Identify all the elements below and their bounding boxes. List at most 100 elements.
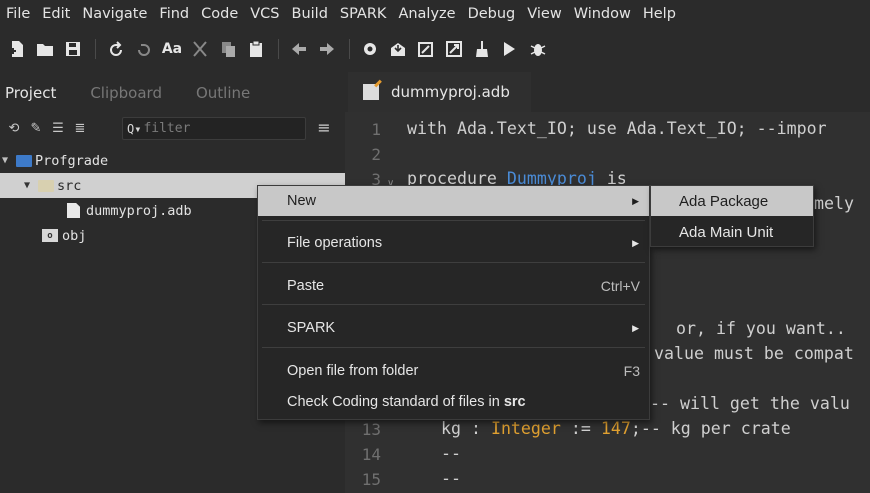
tree-label-project: Profgrade xyxy=(35,152,109,169)
code-text: := xyxy=(560,419,601,438)
menu-debug[interactable]: Debug xyxy=(462,0,522,28)
code-fragment: -- will get the valu xyxy=(650,394,850,413)
line-number: 2 xyxy=(371,145,381,164)
font-icon[interactable]: Aa xyxy=(159,36,185,62)
menu-spark[interactable]: SPARK xyxy=(334,0,393,28)
number-literal: 147 xyxy=(600,419,631,438)
line-number: 13 xyxy=(361,420,381,439)
menu-item-paste[interactable]: Paste Ctrl+V xyxy=(258,271,649,301)
submenu-new: Ada Package Ada Main Unit xyxy=(650,185,814,247)
modified-file-icon xyxy=(363,84,379,100)
menu-find[interactable]: Find xyxy=(153,0,195,28)
line-number: 1 xyxy=(371,120,381,139)
type-name: Integer xyxy=(490,419,561,438)
undo-icon[interactable] xyxy=(103,36,129,62)
toolbar: Aa xyxy=(0,34,870,64)
menu-view[interactable]: View xyxy=(521,0,567,28)
panel-tabs: Project Clipboard Outline xyxy=(0,78,340,108)
menu-item-label: SPARK xyxy=(287,320,336,336)
code-text: kg : xyxy=(441,419,491,438)
menu-navigate[interactable]: Navigate xyxy=(76,0,153,28)
menu-item-new[interactable]: New ▶ xyxy=(258,186,649,216)
tab-project[interactable]: Project xyxy=(0,84,61,102)
edit-icon[interactable]: ✎ xyxy=(26,118,46,138)
shortcut-label: Ctrl+V xyxy=(600,278,640,294)
menu-separator xyxy=(262,347,645,348)
menu-vcs[interactable]: VCS xyxy=(244,0,285,28)
paste-icon[interactable] xyxy=(243,36,269,62)
editor-tab-dummyproj[interactable]: dummyproj.adb xyxy=(348,72,531,112)
menu-item-ada-package[interactable]: Ada Package xyxy=(651,186,813,216)
tree-item-file[interactable]: dummyproj.adb xyxy=(67,198,192,223)
toolbar-separator xyxy=(349,39,350,59)
collapse-icon[interactable]: ☰ xyxy=(48,118,68,138)
menu-item-open-file-from-folder[interactable]: Open file from folder F3 xyxy=(258,356,649,386)
back-arrow-icon[interactable] xyxy=(286,36,312,62)
menu-item-target: src xyxy=(503,394,526,410)
code-fragment: value must be compat xyxy=(654,344,854,363)
menu-help[interactable]: Help xyxy=(637,0,682,28)
new-file-icon[interactable] xyxy=(4,36,30,62)
filter-input[interactable]: Q▾ filter xyxy=(122,117,306,140)
tab-outline[interactable]: Outline xyxy=(191,84,255,102)
build-all-icon[interactable] xyxy=(413,36,439,62)
code-line-15: -- xyxy=(441,469,461,488)
redo-icon[interactable] xyxy=(131,36,157,62)
compile-icon[interactable] xyxy=(441,36,467,62)
menu-analyze[interactable]: Analyze xyxy=(392,0,461,28)
menu-item-label: Paste xyxy=(287,278,325,294)
search-icon: Q▾ xyxy=(127,121,142,136)
expand-icon[interactable]: ≣ xyxy=(70,118,90,138)
menu-edit[interactable]: Edit xyxy=(36,0,76,28)
project-folder-icon xyxy=(16,154,32,167)
menu-item-spark[interactable]: SPARK ▶ xyxy=(258,313,649,343)
menu-separator xyxy=(262,220,645,221)
filter-placeholder: filter xyxy=(143,121,191,136)
line-number: 14 xyxy=(361,445,381,464)
settings-icon[interactable] xyxy=(357,36,383,62)
forward-arrow-icon[interactable] xyxy=(314,36,340,62)
build-icon[interactable] xyxy=(385,36,411,62)
code-line-14: -- xyxy=(441,444,461,463)
menu-file[interactable]: File xyxy=(0,0,36,28)
line-number: 15 xyxy=(361,470,381,489)
menu-item-file-operations[interactable]: File operations ▶ xyxy=(258,228,649,258)
menu-item-ada-main-unit[interactable]: Ada Main Unit xyxy=(651,217,813,247)
menu-item-label: New xyxy=(287,193,317,209)
code-line-13: kg : Integer := 147;-- kg per crate xyxy=(441,419,791,438)
editor-tabs: dummyproj.adb xyxy=(345,70,870,112)
run-icon[interactable] xyxy=(497,36,523,62)
menu-item-label: Open file from folder xyxy=(287,363,419,379)
open-folder-icon[interactable] xyxy=(32,36,58,62)
tab-clipboard[interactable]: Clipboard xyxy=(85,84,167,102)
code-comment: ;-- kg per crate xyxy=(630,419,791,438)
tree-item-obj[interactable]: o obj xyxy=(42,223,86,248)
context-menu: New ▶ File operations ▶ Paste Ctrl+V SPA… xyxy=(257,185,650,420)
expand-arrow-icon[interactable]: ▼ xyxy=(2,155,12,166)
menu-code[interactable]: Code xyxy=(195,0,244,28)
menu-item-label: Check Coding standard of files in xyxy=(287,394,504,410)
menu-window[interactable]: Window xyxy=(568,0,637,28)
code-fragment: or, if you want.. xyxy=(676,319,846,338)
tree-label-obj: obj xyxy=(62,227,87,244)
shortcut-label: F3 xyxy=(623,363,640,379)
code-fragment: mely xyxy=(814,194,864,213)
expand-arrow-icon[interactable]: ▼ xyxy=(24,180,34,191)
copy-icon[interactable] xyxy=(215,36,241,62)
tree-label-file: dummyproj.adb xyxy=(86,202,192,219)
menu-item-check-coding-standard[interactable]: Check Coding standard of files in src xyxy=(258,387,649,417)
tree-item-profgrade[interactable]: ▼ Profgrade xyxy=(2,148,108,173)
clean-icon[interactable] xyxy=(469,36,495,62)
submenu-arrow-icon: ▶ xyxy=(632,237,639,248)
submenu-arrow-icon: ▶ xyxy=(632,195,639,206)
tree-label-src: src xyxy=(57,177,82,194)
cut-icon[interactable] xyxy=(187,36,213,62)
save-icon[interactable] xyxy=(60,36,86,62)
debug-icon[interactable] xyxy=(525,36,551,62)
menu-bar: File Edit Navigate Find Code VCS Build SPARK Ana… xyxy=(0,0,870,28)
refresh-icon[interactable]: ⟲ xyxy=(4,118,24,138)
menu-build[interactable]: Build xyxy=(286,0,334,28)
panel-menu-icon[interactable]: ≡ xyxy=(314,118,334,138)
object-folder-icon: o xyxy=(42,229,58,242)
menu-separator xyxy=(262,262,645,263)
